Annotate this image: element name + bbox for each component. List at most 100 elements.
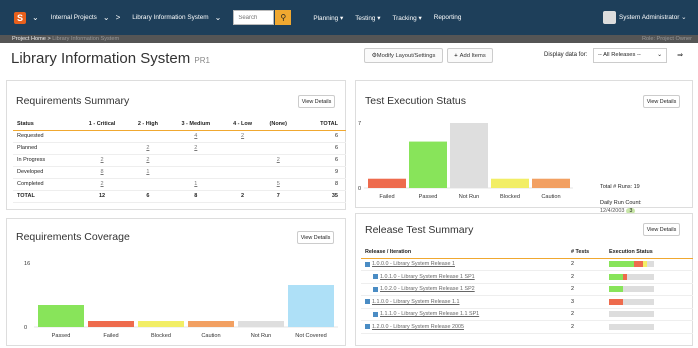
test-count-cell: 2	[571, 283, 609, 296]
table-body: Requested 4 2 6 Planned 2 2 6 In Progress 2 2 2 6 Dev…	[13, 130, 346, 203]
bar-failed[interactable]	[88, 321, 134, 327]
requirements-coverage-panel: Requirements Coverage View Details Passe…	[6, 218, 346, 346]
table-cell[interactable]: 1	[167, 178, 224, 191]
release-select[interactable]: -- All Releases -- ⌄	[593, 48, 667, 63]
column-header: Release / Iteration	[361, 246, 571, 259]
chevron-down-icon[interactable]: ⌄	[215, 13, 222, 22]
search-input[interactable]	[233, 10, 275, 25]
menu-planning[interactable]: Planning ▾	[313, 14, 343, 22]
user-menu[interactable]: System Administrator ⌄	[619, 13, 687, 21]
bar-failed[interactable]	[368, 178, 406, 188]
table-cell[interactable]: 4	[167, 130, 224, 143]
table-cell[interactable]: 2	[128, 154, 168, 167]
release-name-cell: 1.0.2.0 - Library System Release 1 SP2	[361, 283, 571, 296]
y-tick-label: 7	[358, 121, 361, 127]
modify-layout-button[interactable]: ⚙ Modify Layout/Settings	[364, 48, 443, 63]
row-status-label: Requested	[13, 130, 76, 143]
bar-not-run[interactable]	[450, 123, 488, 188]
go-arrow-icon[interactable]: ⇒	[670, 48, 690, 63]
bar-not-run[interactable]	[238, 321, 284, 327]
table-cell[interactable]: 5	[261, 178, 296, 191]
table-cell[interactable]: 2	[167, 142, 224, 155]
table-cell[interactable]: 8	[75, 166, 129, 179]
column-header: TOTAL	[295, 118, 346, 131]
release-link[interactable]: 1.0.2.0 - Library System Release 1 SP2	[361, 286, 571, 292]
release-link[interactable]: 1.0.0.0 - Library System Release 1	[361, 261, 571, 267]
release-icon	[365, 299, 370, 305]
product-selector[interactable]: Library Information System	[132, 14, 208, 21]
table-row: Planned 2 2 6	[13, 142, 346, 155]
plus-icon: +	[454, 52, 458, 59]
bar-passed[interactable]	[409, 141, 447, 188]
table-cell: 2	[224, 190, 262, 203]
table-cell	[75, 142, 129, 155]
execution-status-segment	[609, 273, 623, 280]
release-icon	[373, 286, 378, 292]
bar-not-covered[interactable]	[288, 285, 334, 327]
column-header: 4 - Low	[224, 118, 262, 131]
chevron-down-icon[interactable]: ⌄	[32, 13, 39, 22]
table-row: 1.0.0.0 - Library System Release 1 2	[361, 258, 693, 271]
test-execution-view-details-button[interactable]: View Details	[643, 95, 680, 108]
page-title: Library Information System PR1	[11, 50, 210, 67]
menu-tracking[interactable]: Tracking ▾	[392, 14, 421, 22]
release-link[interactable]: 1.2.0.0 - Library System Release 2005	[361, 324, 571, 330]
x-tick-label: Passed	[419, 194, 438, 200]
release-name-cell: 1.1.0.0 - Library System Release 1.1	[361, 295, 571, 309]
bar-caution[interactable]	[188, 321, 234, 327]
table-row: 1.0.1.0 - Library System Release 1 SP1 2	[361, 270, 693, 284]
requirements-coverage-chart: Passed Failed Blocked Caution Not Run Not Cov…	[24, 261, 338, 339]
table-total-row: TOTAL 12 6 8 2 7 35	[13, 190, 346, 203]
execution-status-bar	[609, 298, 654, 305]
column-header: 3 - Medium	[167, 118, 224, 131]
logo-letter: S	[16, 12, 23, 23]
table-cell[interactable]: 2	[75, 178, 129, 191]
table-cell[interactable]: 2	[75, 154, 129, 167]
test-count-cell: 2	[571, 258, 609, 271]
table-body: 1.0.0.0 - Library System Release 1 2 1.0.1…	[361, 258, 693, 334]
add-items-label: Add Items	[459, 52, 486, 59]
execution-status-bar	[609, 286, 654, 293]
release-summary-view-details-button[interactable]: View Details	[643, 223, 680, 236]
requirements-summary-view-details-button[interactable]: View Details	[298, 95, 335, 108]
release-link[interactable]: 1.0.1.0 - Library System Release 1 SP1	[361, 274, 571, 280]
execution-status-segment	[609, 286, 623, 293]
column-header: # Tests	[571, 246, 609, 259]
release-name: 1.1.0.0 - Library System Release 1.1	[372, 298, 460, 305]
y-tick-label: 0	[24, 325, 27, 331]
test-count-cell: 2	[571, 320, 609, 334]
app-logo[interactable]: S	[14, 11, 26, 24]
bar-caution[interactable]	[532, 178, 570, 188]
table-row: 1.0.2.0 - Library System Release 1 SP2 2	[361, 283, 693, 296]
menu-testing[interactable]: Testing ▾	[355, 14, 380, 22]
avatar[interactable]	[603, 11, 616, 24]
release-link[interactable]: 1.1.0.0 - Library System Release 1.1	[361, 299, 571, 305]
menu-reporting[interactable]: Reporting	[434, 14, 462, 21]
project-selector[interactable]: Internal Projects	[51, 14, 97, 21]
bar-passed[interactable]	[38, 305, 84, 327]
column-header: Execution Status	[609, 246, 693, 259]
chevron-down-icon[interactable]: ⌄	[103, 13, 110, 22]
release-icon	[373, 311, 378, 317]
table-row: 1.1.0.0 - Library System Release 1.1 3	[361, 295, 693, 309]
table-row: In Progress 2 2 2 6	[13, 154, 346, 167]
add-items-button[interactable]: + Add Items	[447, 48, 493, 63]
requirements-coverage-view-details-button[interactable]: View Details	[297, 231, 334, 244]
table-cell[interactable]: 2	[224, 130, 262, 143]
table-cell[interactable]: 1	[128, 166, 168, 179]
x-tick-label: Passed	[52, 333, 71, 339]
execution-status-bar	[609, 323, 654, 330]
execution-status-cell	[609, 258, 693, 271]
table-cell[interactable]: 2	[128, 142, 168, 155]
table-cell[interactable]: 2	[261, 154, 296, 167]
chevron-down-icon: ⌄	[657, 52, 662, 58]
execution-status-segment	[622, 273, 627, 280]
breadcrumb-home[interactable]: Project Home	[12, 36, 46, 42]
release-link[interactable]: 1.1.1.0 - Library System Release 1.1 SP1	[361, 311, 571, 317]
table-cell	[128, 130, 168, 143]
bar-blocked[interactable]	[138, 321, 184, 327]
column-header: (None)	[261, 118, 296, 131]
bar-blocked[interactable]	[491, 178, 529, 188]
table-cell	[167, 166, 224, 179]
search-icon[interactable]: ⚲	[275, 10, 292, 25]
